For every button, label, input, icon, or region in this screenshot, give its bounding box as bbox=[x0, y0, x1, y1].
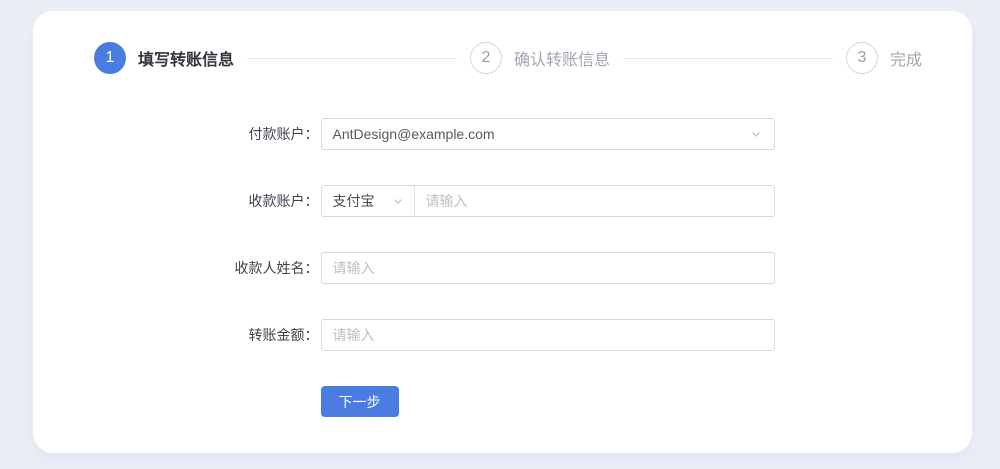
amount-input[interactable] bbox=[322, 320, 774, 350]
chevron-down-icon bbox=[392, 195, 404, 207]
step-item-done: 3 完成 bbox=[846, 42, 922, 74]
transfer-form: 付款账户： AntDesign@example.com 收款账户： 支付宝 bbox=[231, 118, 775, 417]
step-label: 确认转账信息 bbox=[514, 46, 610, 70]
step-label: 填写转账信息 bbox=[138, 46, 234, 70]
step-label: 完成 bbox=[890, 46, 922, 70]
receiver-name-label: 收款人姓名： bbox=[231, 258, 321, 278]
step-item-confirm-info: 2 确认转账信息 bbox=[470, 42, 610, 74]
step-number-badge: 3 bbox=[846, 42, 878, 74]
amount-field bbox=[321, 319, 775, 351]
step-item-fill-info: 1 填写转账信息 bbox=[94, 42, 234, 74]
receiver-account-group: 支付宝 bbox=[321, 185, 775, 217]
receiver-name-row: 收款人姓名： bbox=[231, 252, 775, 284]
receiver-name-field bbox=[321, 252, 775, 284]
button-row: 下一步 bbox=[321, 386, 775, 417]
steps-bar: 1 填写转账信息 2 确认转账信息 3 完成 bbox=[94, 42, 922, 74]
receiver-channel-value: 支付宝 bbox=[333, 191, 375, 211]
step-number-badge: 2 bbox=[470, 42, 502, 74]
payment-account-select[interactable]: AntDesign@example.com bbox=[321, 118, 775, 150]
payment-account-value: AntDesign@example.com bbox=[333, 126, 495, 142]
amount-row: 转账金额： bbox=[231, 319, 775, 351]
receiver-account-row: 收款账户： 支付宝 bbox=[231, 185, 775, 217]
payment-account-label: 付款账户： bbox=[231, 124, 321, 144]
receiver-name-input[interactable] bbox=[322, 253, 774, 283]
next-step-button[interactable]: 下一步 bbox=[321, 386, 399, 417]
step-connector bbox=[247, 58, 457, 59]
amount-label: 转账金额： bbox=[231, 325, 321, 345]
receiver-channel-select[interactable]: 支付宝 bbox=[322, 186, 415, 216]
transfer-card: 1 填写转账信息 2 确认转账信息 3 完成 付款账户： AntDesign@e… bbox=[33, 11, 972, 453]
step-number-badge: 1 bbox=[94, 42, 126, 74]
receiver-account-label: 收款账户： bbox=[231, 191, 321, 211]
step-connector bbox=[623, 58, 833, 59]
receiver-account-input[interactable] bbox=[415, 186, 774, 216]
chevron-down-icon bbox=[750, 128, 762, 140]
page-background: { "steps": { "items": [ { "number": "1",… bbox=[0, 0, 1000, 469]
payment-account-row: 付款账户： AntDesign@example.com bbox=[231, 118, 775, 150]
